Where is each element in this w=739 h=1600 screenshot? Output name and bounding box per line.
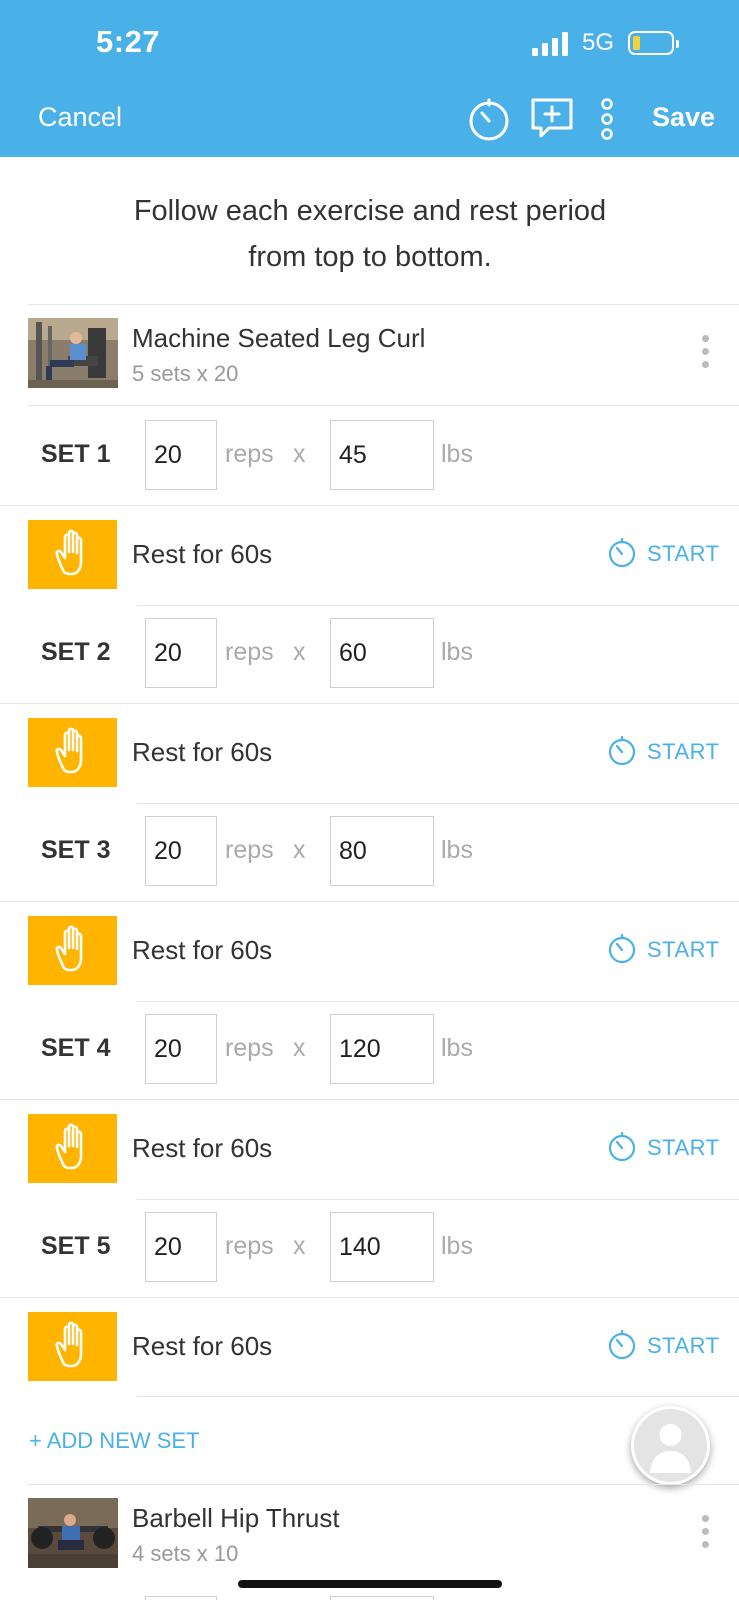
set-label: SET 5 <box>41 1232 111 1260</box>
start-label: START <box>647 541 720 566</box>
rest-row: Rest for 60s START <box>0 1298 739 1397</box>
start-label: START <box>647 937 720 962</box>
start-rest-button[interactable]: START <box>607 537 719 571</box>
set-row-5: SET 5 20 reps x 140 lbs <box>0 1198 739 1297</box>
times-symbol: x <box>293 836 306 864</box>
rest-row: Rest for 60s START <box>0 506 739 605</box>
signal-icon <box>532 32 568 56</box>
rest-row: Rest for 60s START <box>0 1100 739 1199</box>
weight-input[interactable]: 80 <box>330 816 434 886</box>
set-row-1: SET 1 20 reps x 45 lbs <box>0 406 739 505</box>
exercise-name: Barbell Hip Thrust <box>132 1503 340 1533</box>
weight-unit: lbs <box>441 1232 473 1260</box>
stopwatch-icon <box>608 933 636 964</box>
exercise-header[interactable]: Barbell Hip Thrust 4 sets x 10 <box>28 1485 739 1585</box>
weight-unit: lbs <box>441 638 473 666</box>
exercise-summary: 5 sets x 20 <box>132 361 239 386</box>
set-label: SET 2 <box>41 638 111 666</box>
vertical-dots-icon[interactable] <box>600 98 614 140</box>
rest-label: Rest for 60s <box>132 935 273 965</box>
weight-input[interactable]: 60 <box>330 618 434 688</box>
reps-input[interactable]: 20 <box>145 816 217 886</box>
set-label: SET 4 <box>41 1034 111 1062</box>
rest-label: Rest for 60s <box>132 737 273 767</box>
reps-unit: reps <box>225 836 274 864</box>
reps-input[interactable]: 20 <box>145 618 217 688</box>
reps-input[interactable]: 20 <box>145 1212 217 1282</box>
stopwatch-icon <box>608 1329 636 1360</box>
weight-input[interactable]: 140 <box>330 1212 434 1282</box>
weight-input-partial[interactable] <box>330 1596 434 1600</box>
set-label: SET 1 <box>41 440 111 468</box>
weight-input[interactable]: 45 <box>330 420 434 490</box>
battery-icon <box>628 31 679 55</box>
rest-row: Rest for 60s START <box>0 902 739 1001</box>
times-symbol: x <box>293 1034 306 1062</box>
reps-unit: reps <box>225 440 274 468</box>
reps-input-partial[interactable] <box>145 1596 217 1600</box>
exercise-thumbnail[interactable] <box>28 318 118 388</box>
hand-icon <box>28 916 117 985</box>
times-symbol: x <box>293 638 306 666</box>
hand-icon <box>28 718 117 787</box>
exercise-more-icon[interactable] <box>700 335 710 375</box>
start-rest-button[interactable]: START <box>607 1131 719 1165</box>
reps-unit: reps <box>225 1232 274 1260</box>
instructions-line-2: from top to bottom. <box>248 241 492 273</box>
set-row-3: SET 3 20 reps x 80 lbs <box>0 802 739 901</box>
stopwatch-icon <box>608 735 636 766</box>
cancel-button[interactable]: Cancel <box>38 102 122 133</box>
exercise-more-icon[interactable] <box>700 1515 710 1555</box>
rest-label: Rest for 60s <box>132 1331 273 1361</box>
add-note-icon[interactable] <box>529 96 575 140</box>
exercise-header[interactable]: Machine Seated Leg Curl 5 sets x 20 <box>28 305 739 405</box>
set-row-4: SET 4 20 reps x 120 lbs <box>0 1000 739 1099</box>
rest-label: Rest for 60s <box>132 1133 273 1163</box>
times-symbol: x <box>293 1232 306 1260</box>
times-symbol: x <box>293 440 306 468</box>
weight-input[interactable]: 120 <box>330 1014 434 1084</box>
set-row-2: SET 2 20 reps x 60 lbs <box>0 604 739 703</box>
exercise-thumbnail[interactable] <box>28 1498 118 1568</box>
save-button[interactable]: Save <box>652 102 715 133</box>
status-time: 5:27 <box>96 24 161 59</box>
weight-unit: lbs <box>441 1034 473 1062</box>
network-type: 5G <box>582 29 615 56</box>
top-bar: 5:27 5G Cancel Save <box>0 0 739 157</box>
coach-avatar-button[interactable] <box>631 1406 710 1485</box>
hand-icon <box>28 1312 117 1381</box>
exercise-name: Machine Seated Leg Curl <box>132 323 426 353</box>
stopwatch-icon <box>608 1131 636 1162</box>
reps-unit: reps <box>225 1034 274 1062</box>
stopwatch-icon <box>608 537 636 568</box>
stopwatch-icon[interactable] <box>466 96 512 142</box>
reps-unit: reps <box>225 638 274 666</box>
hand-icon <box>28 520 117 589</box>
hand-icon <box>28 1114 117 1183</box>
person-avatar-icon <box>634 1409 707 1482</box>
start-rest-button[interactable]: START <box>607 1329 719 1363</box>
reps-input[interactable]: 20 <box>145 1014 217 1084</box>
reps-input[interactable]: 20 <box>145 420 217 490</box>
instructions-text: Follow each exercise and rest period fro… <box>60 188 680 280</box>
start-label: START <box>647 1333 720 1358</box>
weight-unit: lbs <box>441 836 473 864</box>
home-indicator[interactable] <box>238 1580 502 1588</box>
rest-label: Rest for 60s <box>132 539 273 569</box>
exercise-summary: 4 sets x 10 <box>132 1541 239 1566</box>
start-label: START <box>647 1135 720 1160</box>
start-label: START <box>647 739 720 764</box>
weight-unit: lbs <box>441 440 473 468</box>
start-rest-button[interactable]: START <box>607 933 719 967</box>
rest-row: Rest for 60s START <box>0 704 739 803</box>
start-rest-button[interactable]: START <box>607 735 719 769</box>
divider <box>137 1396 739 1397</box>
add-new-set-button[interactable]: + ADD NEW SET <box>29 1428 200 1454</box>
instructions-line-1: Follow each exercise and rest period <box>133 195 607 227</box>
set-label: SET 3 <box>41 836 111 864</box>
